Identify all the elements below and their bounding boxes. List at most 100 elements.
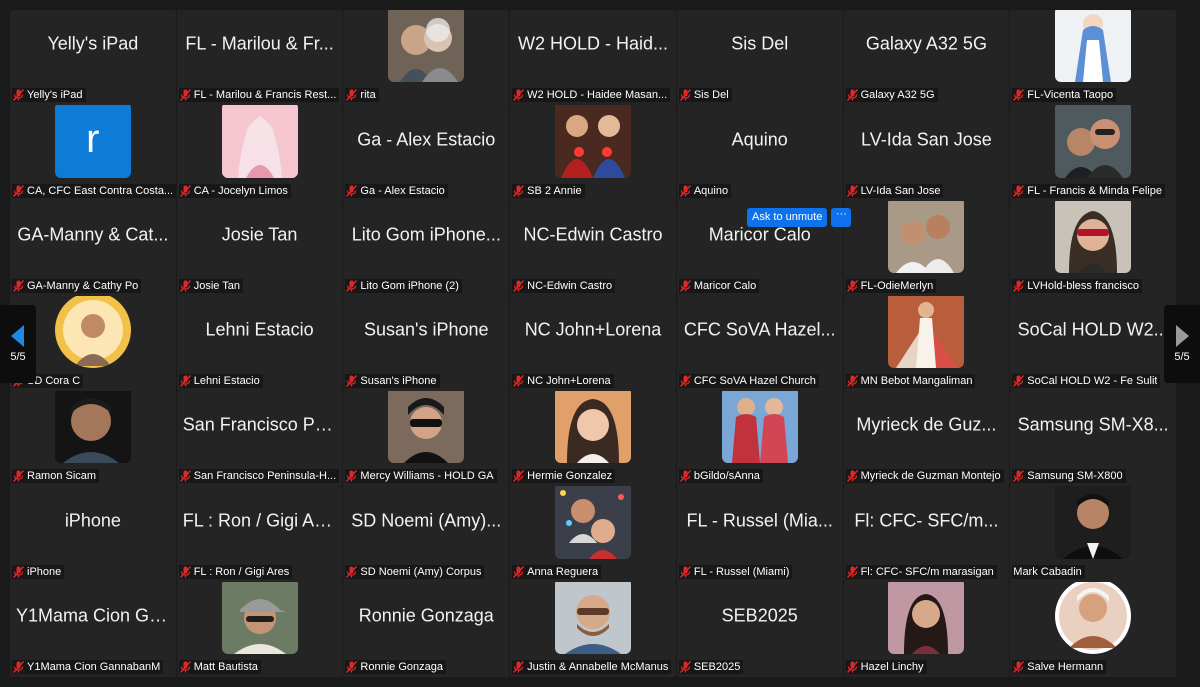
participant-tile[interactable]: SoCal HOLD W2... SoCal HOLD W2 - Fe Sulit	[1010, 295, 1176, 392]
participant-tile[interactable]: CFC SoVA Hazel... CFC SoVA Hazel Church	[676, 295, 843, 392]
participant-tile[interactable]: Yelly's iPad Yelly's iPad	[10, 10, 176, 106]
avatar	[554, 105, 631, 178]
participant-tile[interactable]: Anna Reguera	[510, 486, 676, 582]
participant-tile[interactable]: Aquino Aquino	[676, 105, 843, 201]
participant-tile[interactable]: Sis Del Sis Del	[676, 10, 843, 106]
participant-tile[interactable]: W2 HOLD - Haid... W2 HOLD - Haidee Masan.…	[510, 10, 676, 106]
participant-label: iPhone	[12, 564, 65, 579]
participant-tile[interactable]: Y1Mama Cion Ga... Y1Mama Cion GannabanM	[10, 581, 176, 677]
previous-page-button[interactable]: 5/5	[0, 305, 36, 383]
participant-tile[interactable]: MN Bebot Mangaliman	[843, 295, 1010, 392]
participant-tile[interactable]: Lito Gom iPhone... Lito Gom iPhone (2)	[343, 200, 510, 296]
participant-display-name: FL - Russel (Mia...	[686, 510, 833, 531]
avatar	[554, 391, 631, 464]
avatar	[888, 200, 965, 273]
participant-tile[interactable]: FL-Vicenta Taopo	[1010, 10, 1176, 106]
participant-tile[interactable]: FL - Russel (Mia... FL - Russel (Miami)	[676, 486, 843, 582]
participant-name: CFC SoVA Hazel Church	[693, 375, 816, 388]
muted-mic-icon	[12, 470, 25, 483]
participant-name: SoCal HOLD W2 - Fe Sulit	[1027, 375, 1158, 388]
participant-tile[interactable]: LV-Ida San Jose LV-Ida San Jose	[843, 105, 1010, 201]
participant-tile[interactable]: Ramon Sicam	[10, 391, 176, 487]
participant-tile[interactable]: NC-Edwin Castro NC-Edwin Castro	[510, 200, 676, 296]
participant-name: Myrieck de Guzman Montejo	[860, 470, 1001, 483]
participant-label: LVHold-bless francisco	[1012, 278, 1142, 293]
participant-tile[interactable]: Salve Hermann	[1010, 581, 1176, 677]
participant-tile[interactable]: iPhone iPhone	[10, 486, 176, 582]
avatar	[1055, 581, 1132, 654]
participant-tile[interactable]: Mark Cabadin	[1010, 486, 1176, 582]
participant-display-name: Y1Mama Cion Ga...	[16, 605, 170, 626]
muted-mic-icon	[346, 89, 358, 102]
participant-display-name: NC John+Lorena	[524, 319, 662, 340]
participant-tile[interactable]: FL - Marilou & Fr... FL - Marilou & Franc…	[176, 10, 343, 106]
participant-tile[interactable]: NC John+Lorena NC John+Lorena	[510, 295, 676, 392]
participant-name: SD Noemi (Amy) Corpus	[360, 565, 482, 578]
participant-display-name: Samsung SM-X8...	[1017, 414, 1169, 435]
participant-tile[interactable]: bGildo/sAnna	[676, 391, 843, 487]
muted-mic-icon	[513, 565, 525, 578]
muted-mic-icon	[12, 661, 25, 673]
avatar	[888, 581, 965, 654]
participant-tile[interactable]: Ga - Alex Estacio Ga - Alex Estacio	[343, 105, 510, 201]
participant-tile[interactable]: Hermie Gonzalez	[510, 391, 676, 487]
participant-label: Justin & Annabelle McManus	[512, 659, 672, 674]
participant-name: Salve Hermann	[1027, 660, 1104, 673]
participant-label: Mark Cabadin	[1012, 564, 1085, 579]
muted-mic-icon	[513, 279, 525, 292]
participant-tile[interactable]: Samsung SM-X8... Samsung SM-X800	[1010, 391, 1176, 487]
participant-tile[interactable]: GA-Manny & Cat... GA-Manny & Cathy Po	[10, 200, 176, 296]
participant-name: rita	[360, 89, 376, 102]
muted-mic-icon	[513, 661, 525, 673]
ask-to-unmute-button[interactable]: Ask to unmute	[747, 208, 828, 227]
participant-display-name: FL : Ron / Gigi Ares	[182, 510, 337, 531]
more-options-button[interactable]: ···	[831, 208, 852, 227]
participant-name: iPhone	[27, 565, 62, 578]
participant-label: Mercy Williams - HOLD GA	[345, 469, 497, 484]
participant-name: FL - Francis & Minda Felipe	[1027, 184, 1162, 197]
participant-display-name: Fl: CFC- SFC/m...	[854, 510, 999, 531]
participant-name: Y1Mama Cion GannabanM	[27, 660, 161, 673]
participant-label: FL - Francis & Minda Felipe	[1012, 183, 1165, 198]
muted-mic-icon	[679, 661, 691, 673]
participant-tile[interactable]: San Francisco Pe... San Francisco Peninsu…	[176, 391, 343, 487]
participant-tile[interactable]: Josie Tan Josie Tan	[176, 200, 343, 296]
participant-tile[interactable]: r CA, CFC East Contra Costa...	[10, 105, 176, 201]
participant-tile[interactable]: FL-OdieMerlyn	[843, 200, 1010, 296]
participant-label: Josie Tan	[178, 278, 243, 293]
muted-mic-icon	[1013, 279, 1025, 292]
muted-mic-icon	[513, 89, 525, 102]
participant-tile[interactable]: FL : Ron / Gigi Ares FL : Ron / Gigi Ares	[176, 486, 343, 582]
participant-label: LV-Ida San Jose	[845, 183, 944, 198]
next-page-button[interactable]: 5/5	[1164, 305, 1200, 383]
participant-tile[interactable]: rita	[343, 10, 510, 106]
participant-tile[interactable]: FL - Francis & Minda Felipe	[1010, 105, 1176, 201]
participant-tile[interactable]: SD Noemi (Amy)... SD Noemi (Amy) Corpus	[343, 486, 510, 582]
participant-tile[interactable]: Fl: CFC- SFC/m... Fl: CFC- SFC/m marasiga…	[843, 486, 1010, 582]
avatar	[388, 391, 465, 464]
participant-tile[interactable]: LVHold-bless francisco	[1010, 200, 1176, 296]
participant-display-name: Myrieck de Guz...	[856, 414, 997, 435]
participant-tile[interactable]: SEB2025 SEB2025	[676, 581, 843, 677]
muted-mic-icon	[846, 661, 858, 673]
participant-tile[interactable]: CA - Jocelyn Limos	[176, 105, 343, 201]
participant-label: SoCal HOLD W2 - Fe Sulit	[1012, 374, 1161, 389]
participant-name: Ronnie Gonzaga	[360, 660, 443, 673]
participant-tile[interactable]: Myrieck de Guz... Myrieck de Guzman Monte…	[843, 391, 1010, 487]
participant-tile[interactable]: Matt Bautista	[176, 581, 343, 677]
avatar	[1055, 105, 1132, 178]
participant-display-name: LV-Ida San Jose	[861, 129, 992, 150]
participant-name: Yelly's iPad	[27, 89, 83, 102]
participant-label: SD Noemi (Amy) Corpus	[345, 564, 485, 579]
participant-tile[interactable]: Lehni Estacio Lehni Estacio	[176, 295, 343, 392]
participant-tile[interactable]: Ronnie Gonzaga Ronnie Gonzaga	[343, 581, 510, 677]
participant-tile[interactable]: Justin & Annabelle McManus	[510, 581, 676, 677]
participant-display-name: San Francisco Pe...	[182, 414, 337, 435]
participant-tile[interactable]: SB 2 Annie	[510, 105, 676, 201]
participant-tile[interactable]: Hazel Linchy	[843, 581, 1010, 677]
participant-tile[interactable]: Susan's iPhone Susan's iPhone	[343, 295, 510, 392]
muted-mic-icon	[12, 89, 25, 102]
participant-label: W2 HOLD - Haidee Masan...	[512, 88, 671, 103]
participant-tile[interactable]: Galaxy A32 5G Galaxy A32 5G	[843, 10, 1010, 106]
participant-tile[interactable]: Mercy Williams - HOLD GA	[343, 391, 510, 487]
